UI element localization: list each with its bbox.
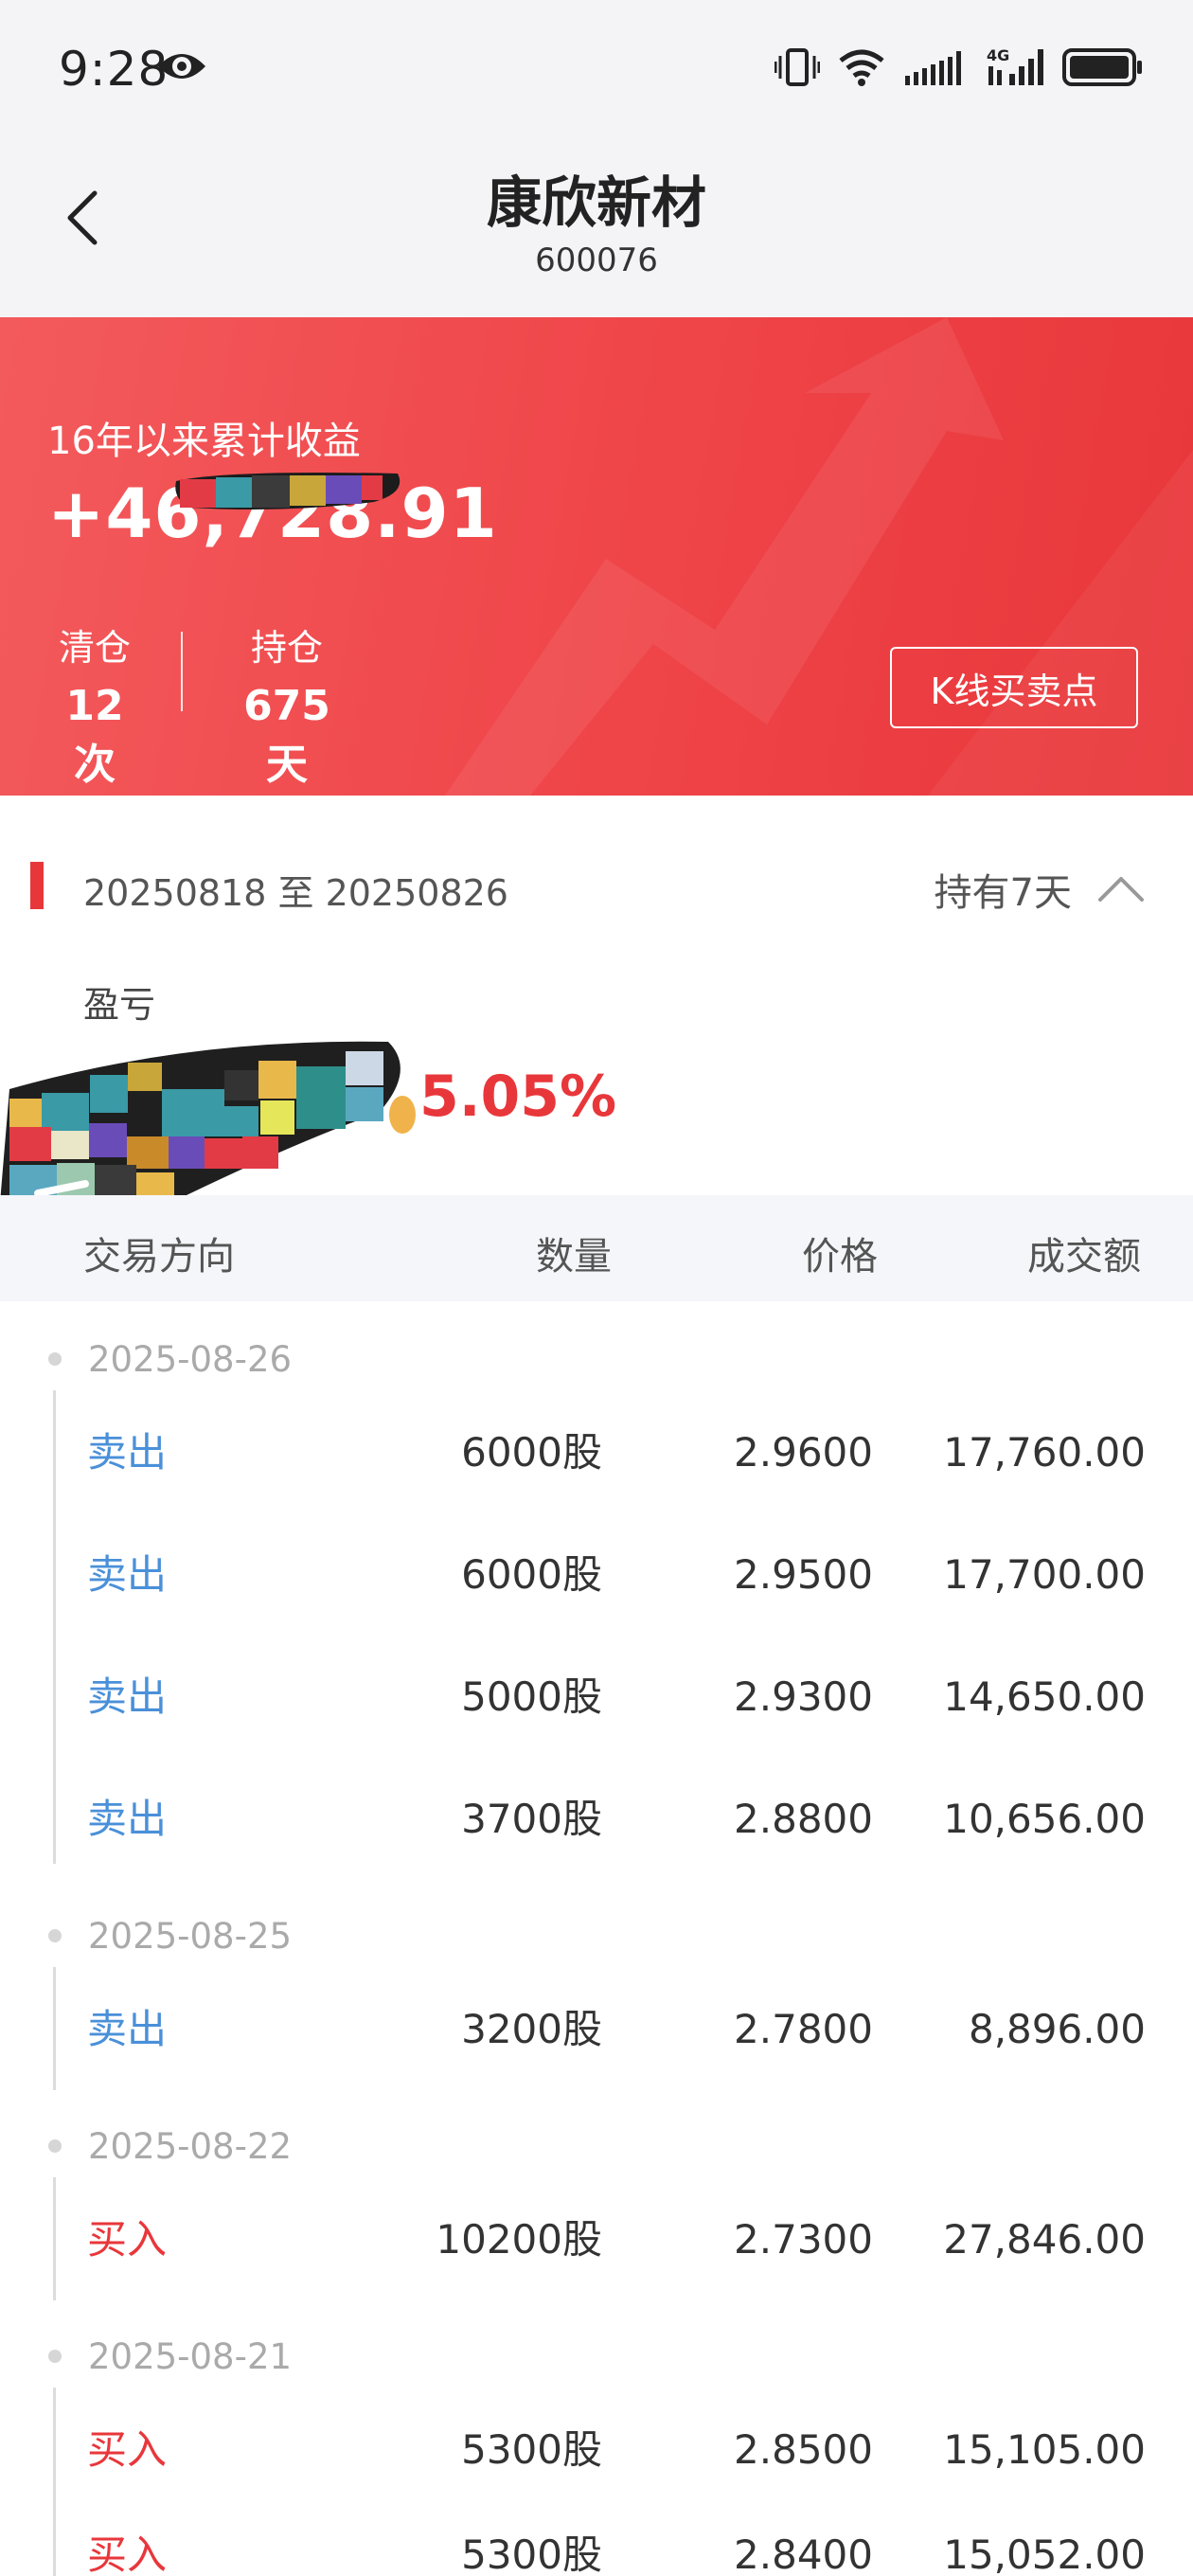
page-title: 康欣新材 bbox=[486, 170, 706, 235]
timeline-dot bbox=[48, 2139, 62, 2153]
trade-direction: 卖出 bbox=[87, 1796, 168, 1842]
hold-stat: 持仓 675天 bbox=[225, 618, 348, 791]
trade-price: 2.9300 bbox=[734, 1673, 873, 1720]
clear-label: 清仓 bbox=[58, 627, 131, 669]
trade-row[interactable]: 买入 5300股 2.8400 15,052.00 bbox=[0, 2498, 1193, 2576]
trade-date: 2025-08-26 bbox=[88, 1339, 293, 1380]
trade-amount: 15,052.00 bbox=[943, 2531, 1146, 2576]
nav-header: 康欣新材 600076 bbox=[0, 137, 1193, 317]
trade-quantity: 5300股 bbox=[461, 2426, 602, 2473]
eye-icon bbox=[158, 54, 205, 79]
trade-quantity: 6000股 bbox=[461, 1551, 602, 1598]
trade-direction: 买入 bbox=[87, 2531, 168, 2576]
trade-amount: 27,846.00 bbox=[943, 2216, 1146, 2263]
trade-amount: 17,700.00 bbox=[943, 1551, 1146, 1598]
trade-price: 2.8400 bbox=[734, 2531, 873, 2576]
trade-price: 2.9600 bbox=[734, 1429, 873, 1476]
chevron-up-icon[interactable] bbox=[1096, 871, 1146, 903]
trade-date: 2025-08-21 bbox=[88, 2336, 293, 2377]
vibrate-icon bbox=[775, 48, 820, 86]
period-accent-bar bbox=[30, 862, 44, 909]
trade-amount: 8,896.00 bbox=[968, 2006, 1146, 2052]
period-range: 20250818 至 20250826 bbox=[83, 872, 508, 914]
trade-price: 2.7300 bbox=[734, 2216, 873, 2263]
header-price: 价格 bbox=[802, 1235, 878, 1279]
profit-loss-value: 5.05% bbox=[419, 1064, 617, 1130]
timeline-dot bbox=[48, 1929, 62, 1942]
hold-label: 持仓 bbox=[250, 627, 323, 669]
trade-price: 2.7800 bbox=[734, 2006, 873, 2052]
signal-icon bbox=[905, 51, 961, 85]
timeline-dot bbox=[48, 2350, 62, 2363]
status-bar: 9:28 4G bbox=[0, 0, 1193, 137]
trade-date: 2025-08-22 bbox=[88, 2126, 293, 2167]
4g-signal-icon: 4G bbox=[987, 46, 1043, 85]
stat-divider bbox=[181, 632, 183, 711]
redaction-scribble bbox=[175, 473, 401, 510]
header-direction: 交易方向 bbox=[83, 1235, 235, 1279]
trade-amount: 17,760.00 bbox=[943, 1429, 1146, 1476]
header-amount: 成交额 bbox=[1027, 1235, 1141, 1279]
trade-quantity: 3200股 bbox=[461, 2006, 602, 2052]
trade-direction: 卖出 bbox=[87, 2006, 168, 2052]
hold-duration[interactable]: 持有7天 bbox=[935, 862, 1072, 917]
trades-list[interactable]: 2025-08-26 卖出 6000股 2.9600 17,760.00 卖出 … bbox=[0, 1301, 1193, 2576]
hold-value: 675天 bbox=[243, 682, 330, 789]
trades-table-header: 交易方向 数量 价格 成交额 bbox=[0, 1195, 1193, 1301]
trade-direction: 卖出 bbox=[87, 1551, 168, 1598]
trade-quantity: 10200股 bbox=[436, 2216, 602, 2263]
trade-quantity: 6000股 bbox=[461, 1429, 602, 1476]
trade-direction: 卖出 bbox=[87, 1429, 168, 1476]
trade-amount: 15,105.00 bbox=[943, 2426, 1146, 2473]
trade-row[interactable]: 卖出 6000股 2.9500 17,700.00 bbox=[0, 1518, 1193, 1632]
profit-loss-label: 盈亏 bbox=[83, 984, 156, 1026]
trade-amount: 14,650.00 bbox=[943, 1673, 1146, 1720]
timeline-dot bbox=[48, 1352, 62, 1366]
trade-row[interactable]: 卖出 6000股 2.9600 17,760.00 bbox=[0, 1396, 1193, 1510]
trade-direction: 卖出 bbox=[87, 1673, 168, 1720]
wifi-icon bbox=[839, 49, 884, 86]
trade-row[interactable]: 买入 5300股 2.8500 15,105.00 bbox=[0, 2393, 1193, 2507]
trade-price: 2.8800 bbox=[734, 1796, 873, 1842]
clear-stat: 清仓 12次 bbox=[47, 618, 142, 791]
trade-row[interactable]: 卖出 3200股 2.7800 8,896.00 bbox=[0, 1973, 1193, 2086]
status-icons: 4G bbox=[775, 44, 1144, 91]
trade-price: 2.9500 bbox=[734, 1551, 873, 1598]
trade-row[interactable]: 卖出 3700股 2.8800 10,656.00 bbox=[0, 1762, 1193, 1876]
trade-quantity: 5300股 bbox=[461, 2531, 602, 2576]
summary-banner: 16年以来累计收益 +46,728.91 清仓 12次 持仓 675天 K线买卖… bbox=[0, 317, 1193, 796]
trade-price: 2.8500 bbox=[734, 2426, 873, 2473]
trade-date: 2025-08-25 bbox=[88, 1916, 293, 1957]
trade-direction: 买入 bbox=[87, 2426, 168, 2473]
trade-row[interactable]: 卖出 5000股 2.9300 14,650.00 bbox=[0, 1640, 1193, 1754]
period-section: 20250818 至 20250826 持有7天 盈亏 5.05% bbox=[0, 796, 1193, 1225]
svg-text:4G: 4G bbox=[987, 46, 1009, 64]
cumulative-return-label: 16年以来累计收益 bbox=[47, 420, 361, 463]
header-quantity: 数量 bbox=[536, 1235, 612, 1279]
trade-amount: 10,656.00 bbox=[943, 1796, 1146, 1842]
kline-trade-points-button[interactable]: K线买卖点 bbox=[890, 647, 1138, 728]
trade-direction: 买入 bbox=[87, 2216, 168, 2263]
trade-quantity: 3700股 bbox=[461, 1796, 602, 1842]
status-time: 9:28 bbox=[59, 42, 169, 97]
battery-icon bbox=[1062, 48, 1142, 86]
trade-quantity: 5000股 bbox=[461, 1673, 602, 1720]
clear-value: 12次 bbox=[65, 682, 124, 789]
trade-row[interactable]: 买入 10200股 2.7300 27,846.00 bbox=[0, 2183, 1193, 2297]
stock-code: 600076 bbox=[535, 242, 658, 279]
